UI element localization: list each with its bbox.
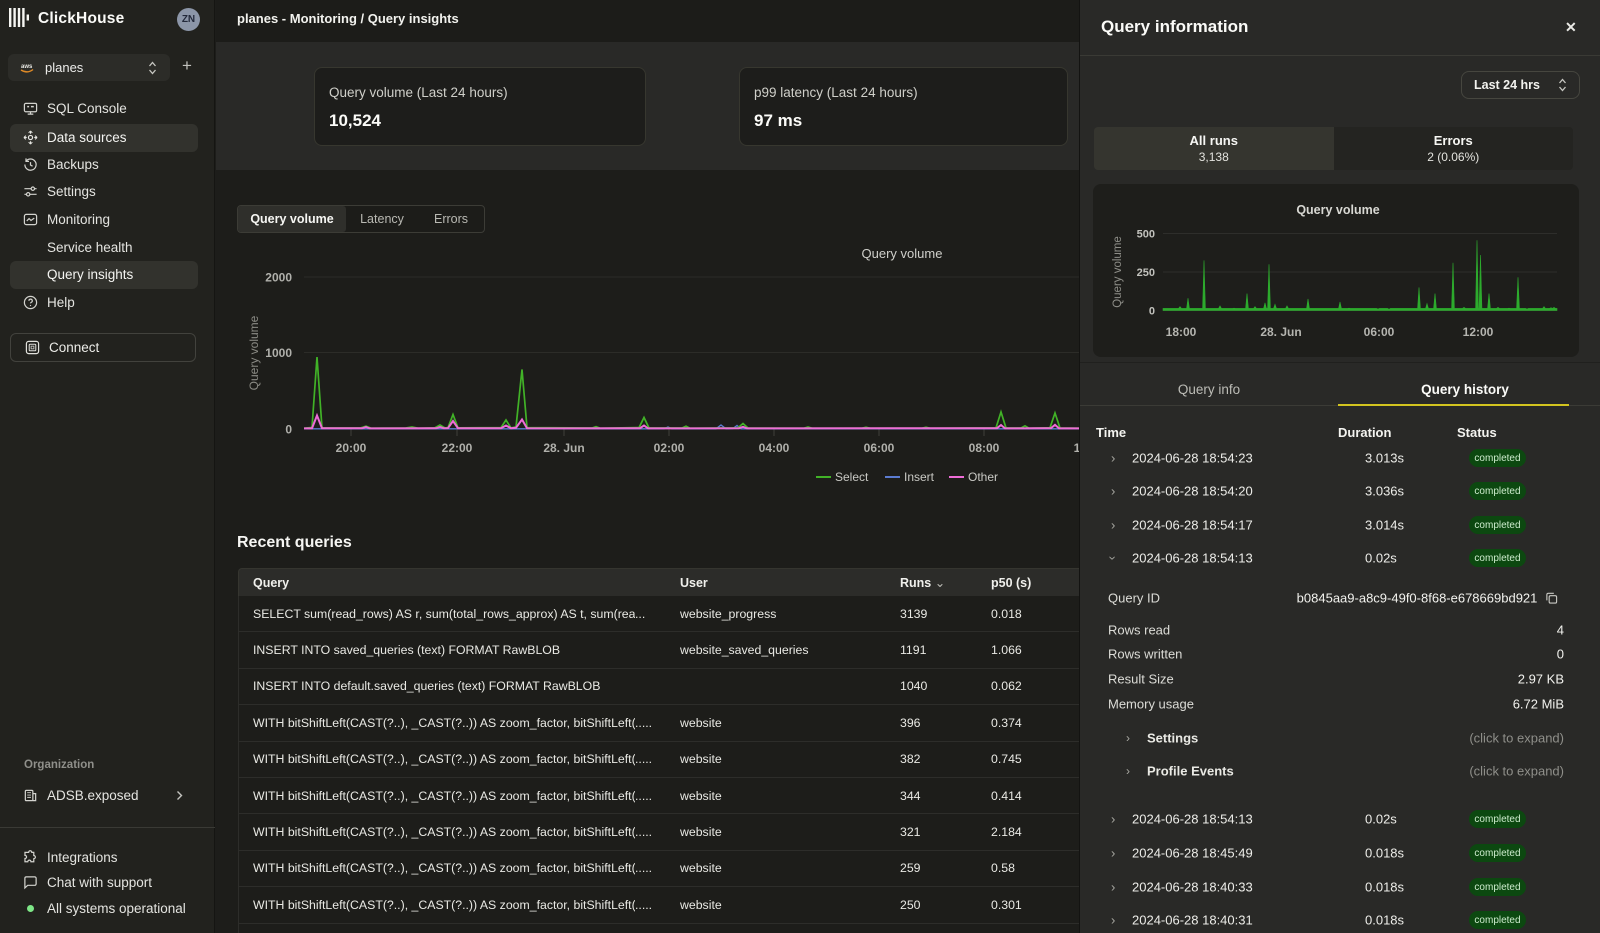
svg-text:Query volume: Query volume — [862, 246, 943, 261]
svg-text:Other: Other — [968, 470, 998, 484]
svg-text:Query volume: Query volume — [1112, 236, 1124, 308]
svg-text:20:00: 20:00 — [336, 441, 367, 455]
svg-text:Query volume: Query volume — [1296, 203, 1379, 217]
svg-text:0: 0 — [1149, 306, 1155, 318]
svg-text:1000: 1000 — [265, 346, 292, 360]
svg-text:0: 0 — [285, 423, 292, 437]
svg-text:Select: Select — [835, 470, 869, 484]
svg-text:Query volume: Query volume — [247, 315, 261, 390]
svg-text:28. Jun: 28. Jun — [543, 441, 584, 455]
svg-text:12:00: 12:00 — [1463, 325, 1494, 339]
svg-text:06:00: 06:00 — [1364, 325, 1395, 339]
svg-text:500: 500 — [1137, 229, 1155, 241]
svg-text:18:00: 18:00 — [1166, 325, 1197, 339]
svg-text:04:00: 04:00 — [759, 441, 790, 455]
svg-text:aws: aws — [21, 64, 33, 70]
svg-text:28. Jun: 28. Jun — [1260, 325, 1301, 339]
svg-text:Insert: Insert — [904, 470, 935, 484]
svg-text:250: 250 — [1137, 267, 1155, 279]
svg-text:22:00: 22:00 — [442, 441, 473, 455]
svg-text:2000: 2000 — [265, 271, 292, 285]
svg-text:08:00: 08:00 — [969, 441, 1000, 455]
svg-text:06:00: 06:00 — [864, 441, 895, 455]
svg-text:02:00: 02:00 — [654, 441, 685, 455]
